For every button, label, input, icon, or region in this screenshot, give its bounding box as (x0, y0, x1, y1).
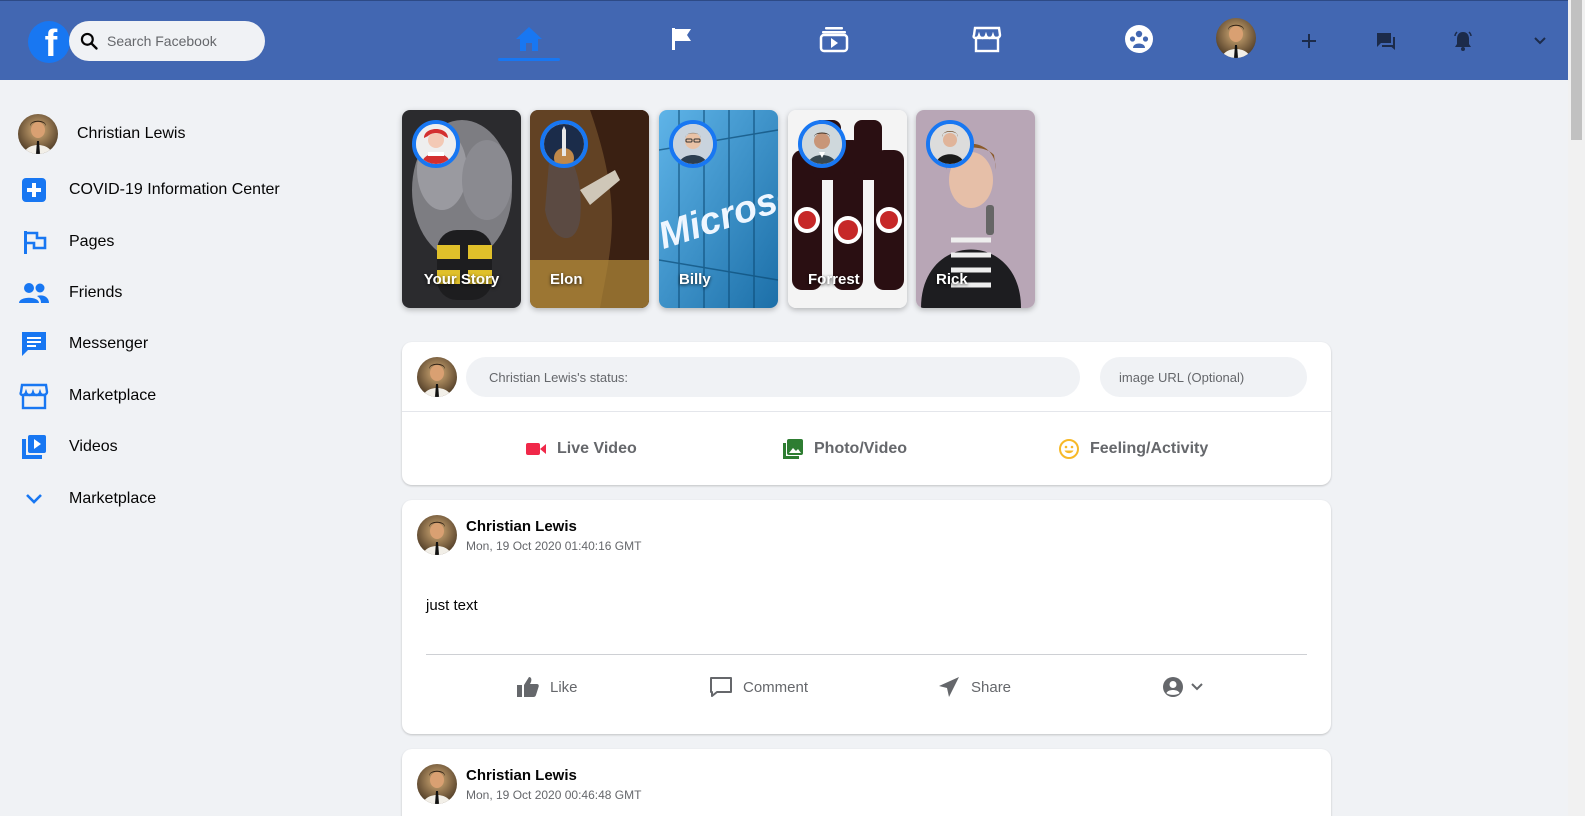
page-scrollbar[interactable] (1568, 0, 1585, 816)
post-author[interactable]: Christian Lewis (466, 767, 577, 784)
story-name: Your Story (423, 271, 500, 288)
covid-plus-icon (18, 174, 50, 206)
share-icon (939, 677, 959, 697)
search-input[interactable] (107, 33, 257, 49)
audience-selector[interactable] (1162, 672, 1204, 702)
thumbs-up-icon (517, 677, 539, 697)
sidebar-item-label: Messenger (69, 335, 149, 352)
search-bar[interactable] (69, 21, 265, 61)
photo-video-button[interactable]: Photo/Video (782, 434, 907, 464)
post-timestamp: Mon, 19 Oct 2020 01:40:16 GMT (466, 539, 642, 553)
bell-icon (1454, 31, 1472, 51)
story-avatar (669, 120, 717, 168)
story-name: Billy (679, 271, 711, 288)
image-url-input[interactable] (1100, 357, 1307, 397)
story-avatar (926, 120, 974, 168)
sidebar-item-see-more[interactable]: Marketplace (18, 477, 156, 521)
story-card[interactable]: Microsoft Billy (659, 110, 778, 308)
scrollbar-thumb[interactable] (1571, 0, 1582, 140)
avatar (18, 114, 58, 154)
story-card[interactable]: Forrest (788, 110, 907, 308)
facebook-logo[interactable]: f (28, 21, 70, 63)
story-avatar (798, 120, 846, 168)
watch-icon (819, 27, 849, 53)
sidebar-item-label: COVID-19 Information Center (69, 181, 280, 198)
story-avatar (540, 120, 588, 168)
sidebar-item-marketplace[interactable]: Marketplace (18, 374, 156, 418)
account-menu-button[interactable] (1522, 23, 1558, 59)
friends-icon (18, 277, 50, 309)
marketplace-icon (18, 380, 50, 412)
live-video-button[interactable]: Live Video (525, 434, 637, 464)
messenger-button[interactable] (1368, 23, 1404, 59)
story-card[interactable]: Elon (530, 110, 649, 308)
notifications-button[interactable] (1445, 23, 1481, 59)
active-tab-indicator (498, 58, 560, 61)
home-icon (516, 27, 542, 51)
top-navbar: f (0, 0, 1568, 80)
messenger-icon (1377, 33, 1395, 50)
sidebar-item-label: Marketplace (69, 490, 157, 507)
post-card: Christian Lewis Mon, 19 Oct 2020 00:46:4… (402, 749, 1331, 816)
story-avatar (412, 120, 460, 168)
nav-marketplace[interactable] (967, 19, 1007, 59)
avatar[interactable] (417, 764, 457, 804)
story-name: Forrest (808, 271, 860, 288)
header-profile-avatar[interactable] (1216, 18, 1256, 58)
status-input[interactable] (466, 357, 1080, 397)
search-icon (80, 32, 98, 50)
sidebar-item-covid[interactable]: COVID-19 Information Center (18, 168, 280, 212)
flag-icon (672, 28, 691, 50)
videos-icon (18, 431, 50, 463)
sidebar-item-label: Videos (69, 438, 118, 455)
post-card: Christian Lewis Mon, 19 Oct 2020 01:40:1… (402, 500, 1331, 734)
chevron-down-icon (1191, 683, 1203, 691)
sidebar-item-profile[interactable]: Christian Lewis (18, 112, 185, 156)
divider (402, 411, 1331, 412)
chevron-down-icon (1534, 37, 1546, 45)
sidebar-item-videos[interactable]: Videos (18, 425, 118, 469)
post-timestamp: Mon, 19 Oct 2020 00:46:48 GMT (466, 788, 642, 802)
pages-flag-icon (18, 226, 50, 258)
nav-groups[interactable] (1119, 19, 1159, 59)
divider (426, 654, 1307, 655)
sidebar-item-messenger[interactable]: Messenger (18, 322, 148, 366)
messenger-icon (18, 328, 50, 360)
sidebar-item-label: Friends (69, 284, 123, 301)
account-circle-icon (1163, 677, 1183, 697)
plus-icon (1302, 34, 1316, 48)
share-button[interactable]: Share (937, 672, 1011, 702)
smiley-icon (1059, 439, 1079, 459)
marketplace-icon (972, 26, 1002, 53)
post-author[interactable]: Christian Lewis (466, 518, 577, 535)
avatar (1216, 18, 1256, 58)
create-button[interactable] (1291, 23, 1327, 59)
comment-button[interactable]: Comment (709, 672, 808, 702)
nav-home[interactable] (509, 19, 549, 59)
photo-icon (783, 439, 803, 459)
comment-icon (710, 677, 732, 697)
post-composer: Live Video Photo/Video Feeling/Activity (402, 342, 1331, 485)
like-button[interactable]: Like (516, 672, 578, 702)
post-text: just text (426, 597, 478, 614)
sidebar-item-friends[interactable]: Friends (18, 271, 122, 315)
sidebar-item-label: Marketplace (69, 387, 157, 404)
story-card[interactable]: Your Story (402, 110, 521, 308)
groups-icon (1125, 25, 1153, 53)
avatar[interactable] (417, 515, 457, 555)
nav-pages[interactable] (662, 19, 702, 59)
avatar (417, 357, 457, 397)
feeling-activity-button[interactable]: Feeling/Activity (1058, 434, 1208, 464)
chevron-down-icon (18, 483, 50, 515)
live-video-icon (526, 443, 546, 455)
sidebar-item-label: Christian Lewis (77, 125, 186, 142)
story-name: Rick (936, 271, 968, 288)
nav-watch[interactable] (814, 19, 854, 59)
story-name: Elon (550, 271, 583, 288)
sidebar-item-label: Pages (69, 233, 115, 250)
story-card[interactable]: Rick (916, 110, 1035, 308)
sidebar-item-pages[interactable]: Pages (18, 220, 114, 264)
